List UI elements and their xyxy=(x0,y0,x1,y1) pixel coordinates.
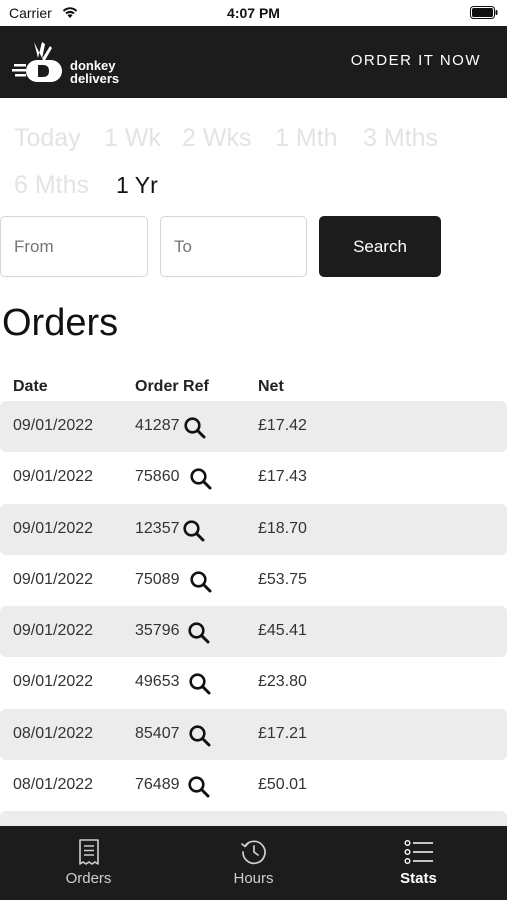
period-6-months[interactable]: 6 Mths xyxy=(14,171,89,200)
logo-text-line2: delivers xyxy=(70,71,120,86)
magnifier-icon[interactable] xyxy=(183,416,207,440)
magnifier-icon[interactable] xyxy=(189,570,213,594)
to-date-input[interactable] xyxy=(160,216,307,277)
magnifier-icon[interactable] xyxy=(182,519,206,543)
row-net: £45.41 xyxy=(258,622,307,640)
row-order-ref: 49653 xyxy=(135,673,180,691)
period-today[interactable]: Today xyxy=(14,124,81,153)
row-net: £23.80 xyxy=(258,673,307,691)
orders-table-header: Date Order Ref Net xyxy=(0,378,507,400)
column-header-order-ref: Order Ref xyxy=(135,378,209,395)
row-order-ref: 12357 xyxy=(135,519,180,537)
tab-stats-label: Stats xyxy=(400,870,437,887)
table-row[interactable]: 09/01/2022 41287 £17.42 xyxy=(0,401,507,453)
row-net: £17.21 xyxy=(258,724,307,742)
search-button[interactable]: Search xyxy=(319,216,441,277)
row-date: 08/01/2022 xyxy=(13,724,94,742)
tab-bar: Orders Hours Stats xyxy=(0,826,507,900)
status-bar: Carrier 4:07 PM xyxy=(0,0,507,26)
row-date: 09/01/2022 xyxy=(13,468,94,486)
row-order-ref: 76489 xyxy=(135,776,180,794)
period-1-week[interactable]: 1 Wk xyxy=(104,124,161,153)
table-row[interactable]: 09/01/2022 12357 £18.70 xyxy=(0,503,507,555)
magnifier-icon[interactable] xyxy=(188,724,212,748)
from-date-input[interactable] xyxy=(0,216,148,277)
order-it-now-link[interactable]: ORDER IT NOW xyxy=(351,52,481,69)
period-1-month[interactable]: 1 Mth xyxy=(275,124,338,153)
row-net: £17.43 xyxy=(258,468,307,486)
table-row[interactable]: 09/01/2022 35796 £45.41 xyxy=(0,606,507,658)
tab-hours-label: Hours xyxy=(233,870,274,887)
magnifier-icon[interactable] xyxy=(189,467,213,491)
row-date: 09/01/2022 xyxy=(13,417,94,434)
row-net: £53.75 xyxy=(258,570,307,588)
orders-table: 09/01/2022 41287 £17.42 09/01/2022 75860… xyxy=(0,401,507,863)
row-date: 09/01/2022 xyxy=(13,622,94,640)
period-1-year[interactable]: 1 Yr xyxy=(116,172,158,199)
row-net: £18.70 xyxy=(258,519,307,537)
row-date: 09/01/2022 xyxy=(13,570,94,588)
table-row[interactable]: 09/01/2022 75089 £53.75 xyxy=(0,555,507,606)
row-net: £50.01 xyxy=(258,776,307,794)
clock-history-icon xyxy=(240,840,266,865)
row-order-ref: 75860 xyxy=(135,468,180,486)
status-time: 4:07 PM xyxy=(227,5,280,21)
list-icon xyxy=(404,840,433,865)
tab-stats[interactable]: Stats xyxy=(334,826,503,900)
donkey-delivers-logo[interactable]: donkey delivers xyxy=(12,38,132,88)
table-row[interactable]: 09/01/2022 49653 £23.80 xyxy=(0,657,507,708)
donkey-logo-icon xyxy=(12,42,62,82)
table-row[interactable]: 08/01/2022 85407 £17.21 xyxy=(0,708,507,761)
row-date: 09/01/2022 xyxy=(13,673,94,691)
column-header-net: Net xyxy=(258,378,284,395)
table-row[interactable]: 09/01/2022 75860 £17.43 xyxy=(0,452,507,503)
magnifier-icon[interactable] xyxy=(187,621,211,645)
row-order-ref: 41287 xyxy=(135,417,180,434)
tab-orders[interactable]: Orders xyxy=(4,826,173,900)
logo-text: donkey delivers xyxy=(70,59,119,85)
page-title: Orders xyxy=(2,302,119,344)
tab-hours[interactable]: Hours xyxy=(169,826,338,900)
row-order-ref: 35796 xyxy=(135,622,180,640)
receipt-icon xyxy=(78,839,99,865)
period-2-weeks[interactable]: 2 Wks xyxy=(182,124,251,153)
row-order-ref: 75089 xyxy=(135,570,180,588)
column-header-date: Date xyxy=(13,378,48,395)
battery-icon xyxy=(470,6,498,19)
row-net: £17.42 xyxy=(258,417,307,434)
row-order-ref: 85407 xyxy=(135,724,180,742)
table-row[interactable]: 08/01/2022 76489 £50.01 xyxy=(0,760,507,811)
tab-orders-label: Orders xyxy=(65,870,112,887)
app-header: donkey delivers ORDER IT NOW xyxy=(0,26,507,98)
period-3-months[interactable]: 3 Mths xyxy=(363,124,438,153)
magnifier-icon[interactable] xyxy=(188,672,212,696)
row-date: 08/01/2022 xyxy=(13,776,94,794)
row-date: 09/01/2022 xyxy=(13,519,94,537)
magnifier-icon[interactable] xyxy=(187,775,211,799)
